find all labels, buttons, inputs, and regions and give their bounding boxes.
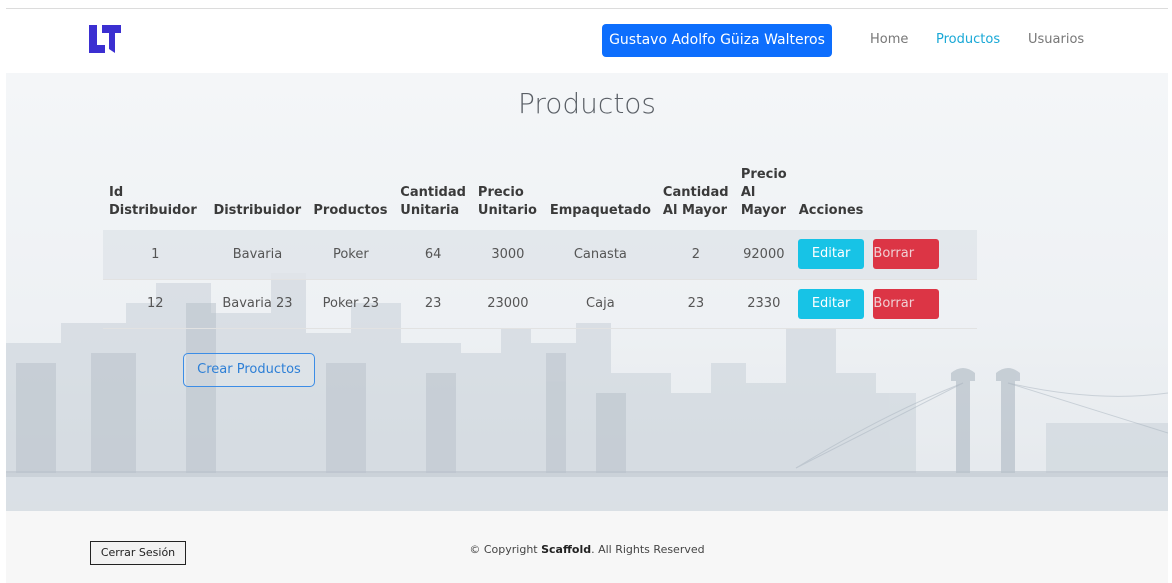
cell-precio-unitario: 23000: [471, 279, 544, 329]
cell-precio-al-mayor: 2330: [734, 279, 793, 329]
cell-precio-al-mayor: 92000: [734, 230, 793, 280]
edit-button[interactable]: Editar: [798, 239, 865, 270]
cell-producto: Poker 23: [307, 279, 395, 329]
col-productos: Productos: [313, 203, 388, 218]
brand-logo-icon[interactable]: [87, 23, 123, 55]
delete-button[interactable]: Borrar: [873, 239, 940, 270]
user-name-button[interactable]: Gustavo Adolfo Güiza Walteros: [602, 24, 832, 57]
table-row: 12 Bavaria 23 Poker 23 23 23000 Caja 23 …: [103, 279, 977, 329]
col-acciones: Acciones: [798, 203, 864, 218]
cell-distribuidor: Bavaria: [207, 230, 308, 280]
edit-button[interactable]: Editar: [798, 288, 865, 319]
copyright-text: © Copyright Scaffold. All Rights Reserve…: [469, 543, 705, 556]
create-products-button[interactable]: Crear Productos: [183, 353, 315, 387]
cell-producto: Poker: [307, 230, 395, 280]
cell-cantidad-unitaria: 64: [394, 230, 472, 280]
cell-empaquetado: Caja: [543, 279, 657, 329]
nav-home[interactable]: Home: [870, 32, 908, 47]
page-title: Productos: [517, 87, 657, 120]
col-precio-unitario: Precio Unitario: [477, 185, 537, 218]
col-cantidad-unitaria: Cantidad Unitaria: [400, 185, 466, 218]
delete-button[interactable]: Borrar: [873, 288, 940, 319]
col-id-distribuidor: Id Distribuidor: [109, 185, 197, 218]
table-header-row: Id Distribuidor Distribuidor Productos Ca…: [103, 166, 977, 230]
cell-precio-unitario: 3000: [471, 230, 544, 280]
col-distribuidor: Distribuidor: [213, 203, 302, 218]
cell-id: 1: [103, 230, 208, 280]
cell-delete: Borrar: [869, 279, 977, 329]
cell-distribuidor: Bavaria 23: [207, 279, 308, 329]
cell-id: 12: [103, 279, 208, 329]
products-table: Id Distribuidor Distribuidor Productos Ca…: [103, 166, 977, 329]
cell-cantidad-al-mayor: 2: [656, 230, 735, 280]
cell-edit: Editar: [792, 230, 870, 280]
cell-cantidad-unitaria: 23: [394, 279, 472, 329]
top-navbar: Gustavo Adolfo Güiza Walteros Home Produ…: [6, 9, 1168, 73]
col-empaquetado: Empaquetado: [549, 203, 651, 218]
cell-edit: Editar: [792, 279, 870, 329]
app-frame: Gustavo Adolfo Güiza Walteros Home Produ…: [6, 8, 1168, 583]
col-precio-al-mayor: Precio Al Mayor: [740, 167, 787, 218]
hero-section: Productos Id Distribuidor Distribuidor Pr…: [6, 73, 1168, 511]
copyright-brand: Scaffold: [541, 543, 592, 556]
nav-usuarios[interactable]: Usuarios: [1028, 32, 1084, 47]
cell-delete: Borrar: [869, 230, 977, 280]
col-acciones-extra: [869, 166, 977, 230]
col-cantidad-al-mayor: Cantidad Al Mayor: [662, 185, 729, 218]
footer: Cerrar Sesión © Copyright Scaffold. All …: [6, 511, 1168, 583]
table-row: 1 Bavaria Poker 64 3000 Canasta 2 92000 …: [103, 230, 977, 280]
cell-empaquetado: Canasta: [543, 230, 657, 280]
cell-cantidad-al-mayor: 23: [656, 279, 735, 329]
nav-productos[interactable]: Productos: [936, 32, 1000, 47]
